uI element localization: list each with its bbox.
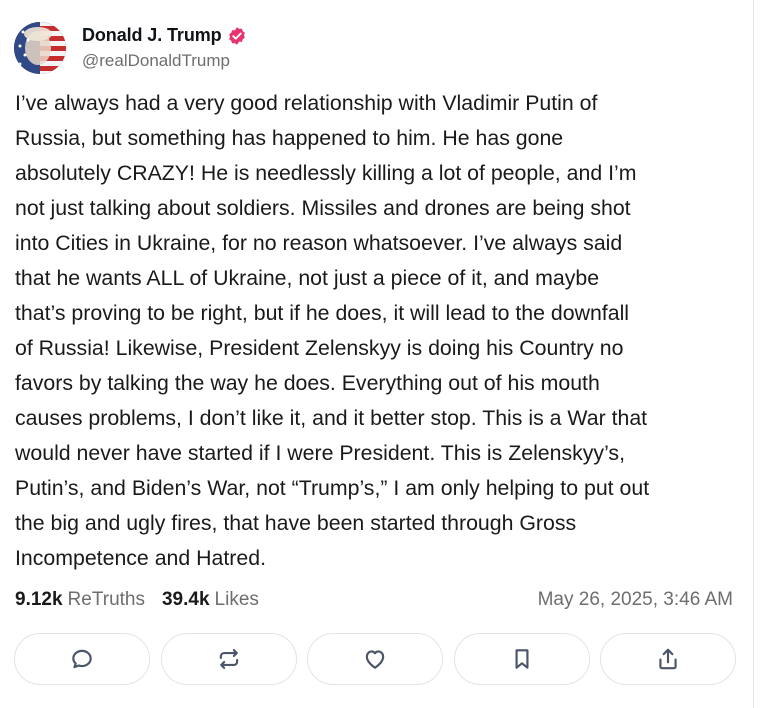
- author-block: Donald J. Trump @realDonaldTrump: [82, 25, 247, 71]
- name-row: Donald J. Trump: [82, 25, 247, 46]
- retruths-count: 9.12k: [15, 589, 63, 610]
- retruths-label: ReTruths: [67, 589, 145, 610]
- share-icon: [659, 648, 677, 670]
- post-text: I’ve always had a very good relationship…: [15, 91, 650, 570]
- likes-label: Likes: [214, 589, 259, 610]
- verified-badge-icon: [228, 26, 245, 45]
- author-handle[interactable]: @realDonaldTrump: [82, 51, 247, 71]
- likes-stat[interactable]: 39.4k Likes: [162, 589, 259, 611]
- like-button[interactable]: [307, 633, 443, 685]
- action-bar: [14, 633, 736, 687]
- share-button[interactable]: [600, 633, 736, 685]
- reply-button[interactable]: [14, 633, 150, 685]
- post-header: Donald J. Trump @realDonaldTrump: [14, 18, 247, 78]
- panel-border: [753, 0, 754, 708]
- author-display-name[interactable]: Donald J. Trump: [82, 25, 222, 46]
- retruths-stat[interactable]: 9.12k ReTruths: [15, 589, 145, 611]
- reply-icon: [72, 649, 92, 669]
- avatar[interactable]: [14, 22, 66, 74]
- retruth-icon: [219, 649, 238, 669]
- post-stats: 9.12k ReTruths 39.4k Likes May 26, 2025, 3…: [15, 585, 733, 615]
- retruth-button[interactable]: [160, 633, 297, 685]
- avatar-image: [14, 22, 66, 74]
- bookmark-icon: [515, 649, 528, 669]
- bookmark-button[interactable]: [453, 633, 590, 685]
- likes-count: 39.4k: [161, 589, 210, 610]
- like-icon: [365, 650, 385, 669]
- post-timestamp[interactable]: May 26, 2025, 3:46 AM: [538, 589, 733, 611]
